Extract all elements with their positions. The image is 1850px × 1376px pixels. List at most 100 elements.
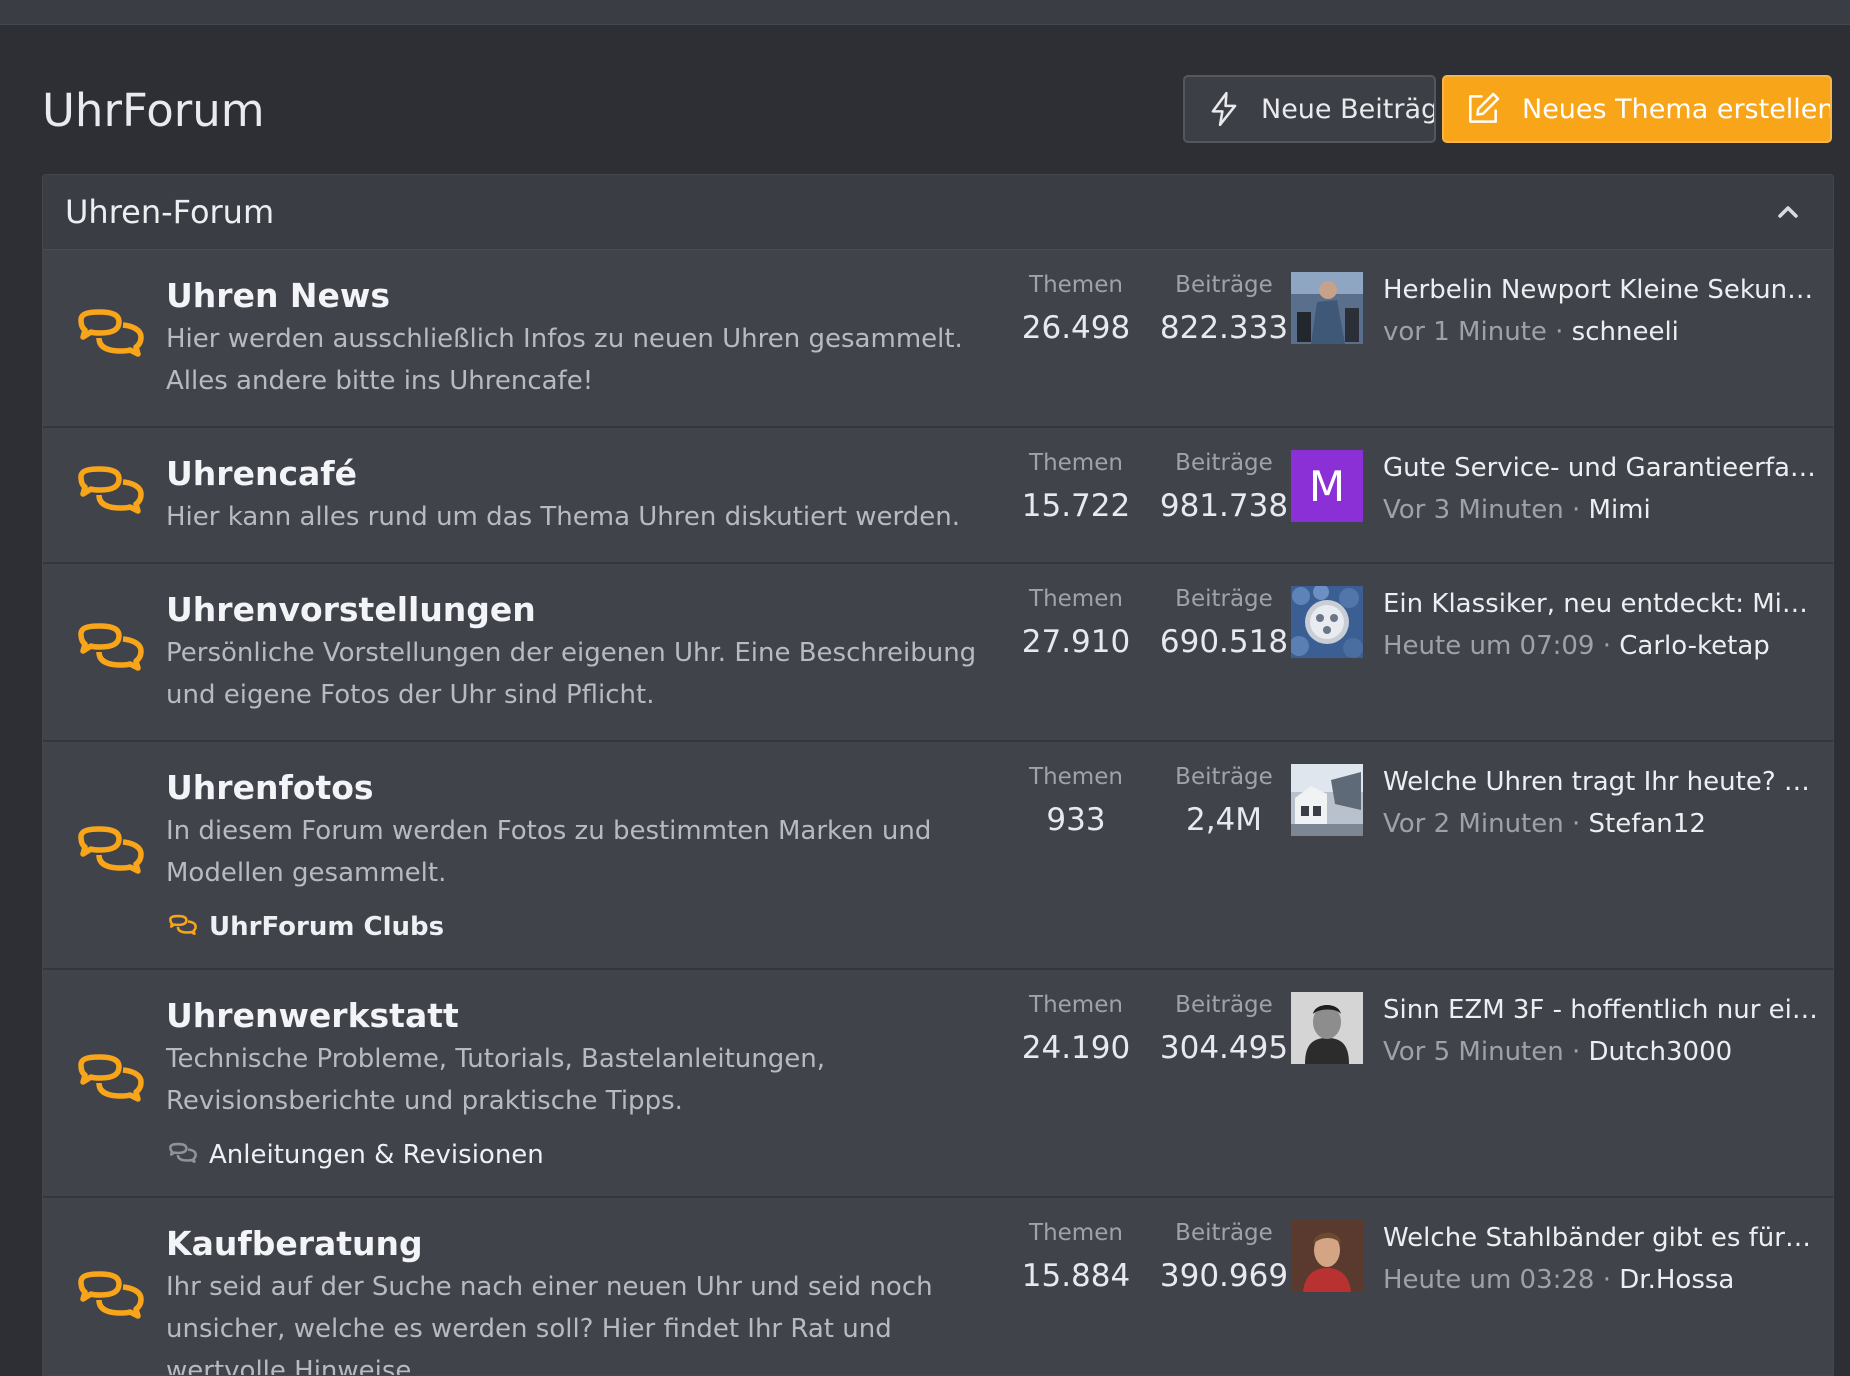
forum-category-block: Uhren-Forum Uhren News Hier werden aussc… (42, 174, 1834, 1376)
forum-node-uhrenfotos: Uhrenfotos In diesem Forum werden Fotos … (43, 742, 1833, 970)
last-post-title[interactable]: Welche Stahlbänder gibt es für Citi... (1383, 1223, 1819, 1253)
posts-count: 981.738 (1159, 488, 1289, 524)
posts-label: Beiträge (1175, 1220, 1273, 1246)
posts-label: Beiträge (1175, 586, 1273, 612)
last-post-time[interactable]: Heute um 07:09 (1383, 631, 1594, 661)
last-post-user[interactable]: schneeli (1572, 317, 1679, 347)
posts-label: Beiträge (1175, 272, 1273, 298)
threads-stat: Themen 26.498 (1006, 270, 1146, 350)
posts-count: 690.518 (1159, 624, 1289, 660)
threads-count: 15.722 (1021, 488, 1131, 524)
posts-count: 2,4M (1185, 802, 1263, 838)
posts-count: 390.969 (1159, 1258, 1289, 1294)
node-title[interactable]: Uhrenwerkstatt (166, 996, 459, 1035)
threads-count: 15.884 (1021, 1258, 1131, 1294)
forum-node-uhrenwerkstatt: Uhrenwerkstatt Technische Probleme, Tuto… (43, 970, 1833, 1198)
chat-bubbles-icon (78, 1271, 144, 1319)
last-post-time[interactable]: Vor 5 Minuten (1383, 1037, 1564, 1067)
last-post-meta: Vor 2 Minuten · Stefan12 (1383, 809, 1706, 839)
chevron-up-icon[interactable] (1773, 199, 1803, 225)
posts-stat: Beiträge 822.333 (1149, 270, 1299, 350)
chat-bubbles-icon (78, 1054, 144, 1102)
subforum-link[interactable]: UhrForum Clubs (167, 912, 444, 942)
node-description: Persönliche Vorstellungen der eigenen Uh… (166, 638, 977, 710)
forum-node-uhrenvorstellungen: Uhrenvorstellungen Persönliche Vorstellu… (43, 564, 1833, 742)
node-description: In diesem Forum werden Fotos zu bestimmt… (166, 816, 932, 888)
threads-label: Themen (1029, 586, 1123, 612)
posts-count: 304.495 (1159, 1030, 1289, 1066)
forum-node-uhrencafe: Uhrencafé Hier kann alles rund um das Th… (43, 428, 1833, 564)
posts-stat: Beiträge 981.738 (1149, 448, 1299, 528)
chat-bubbles-icon (78, 623, 144, 671)
new-thread-button[interactable]: Neues Thema erstellen... (1442, 75, 1832, 143)
new-posts-button[interactable]: Neue Beiträge (1183, 75, 1436, 143)
last-post-meta: Vor 5 Minuten · Dutch3000 (1383, 1037, 1733, 1067)
threads-label: Themen (1029, 764, 1123, 790)
threads-label: Themen (1029, 1220, 1123, 1246)
posts-label: Beiträge (1175, 764, 1273, 790)
chat-bubbles-icon (78, 309, 144, 357)
subforum-link[interactable]: Anleitungen & Revisionen (167, 1140, 544, 1170)
node-description: Hier kann alles rund um das Thema Uhren … (166, 502, 960, 532)
node-title[interactable]: Kaufberatung (166, 1224, 423, 1263)
avatar[interactable] (1291, 1220, 1363, 1292)
avatar-letter: M (1308, 461, 1346, 511)
threads-count: 27.910 (1021, 624, 1131, 660)
last-post-title[interactable]: Ein Klassiker, neu entdeckt: Mido C... (1383, 589, 1819, 619)
category-title[interactable]: Uhren-Forum (65, 193, 274, 231)
last-post-title[interactable]: Herbelin Newport Kleine Sekunde (1383, 275, 1819, 305)
last-post-meta: Heute um 03:28 · Dr.Hossa (1383, 1265, 1735, 1295)
last-post-user[interactable]: Mimi (1589, 495, 1651, 525)
last-post-title[interactable]: Welche Uhren tragt Ihr heute? (Teil ... (1383, 767, 1819, 797)
subforum-label: UhrForum Clubs (209, 912, 445, 942)
last-post-user[interactable]: Carlo-ketap (1619, 631, 1770, 661)
last-post-time[interactable]: Vor 3 Minuten (1383, 495, 1564, 525)
node-title[interactable]: Uhrencafé (166, 454, 357, 493)
avatar[interactable] (1291, 272, 1363, 344)
last-post-time[interactable]: vor 1 Minute (1383, 317, 1547, 347)
top-navigation-bar (0, 0, 1850, 25)
posts-count: 822.333 (1159, 310, 1289, 346)
posts-stat: Beiträge 304.495 (1149, 990, 1299, 1070)
threads-stat: Themen 27.910 (1006, 584, 1146, 664)
threads-count: 26.498 (1021, 310, 1131, 346)
lightning-bolt-icon (1211, 91, 1237, 127)
avatar[interactable] (1291, 764, 1363, 836)
category-header[interactable]: Uhren-Forum (43, 175, 1833, 250)
avatar[interactable]: M (1291, 450, 1363, 522)
threads-stat: Themen 15.722 (1006, 448, 1146, 528)
chat-bubbles-icon (78, 826, 144, 874)
avatar[interactable] (1291, 992, 1363, 1064)
node-description: Hier werden ausschließlich Infos zu neue… (166, 324, 963, 396)
last-post-title[interactable]: Sinn EZM 3F - hoffentlich nur ein kl... (1383, 995, 1819, 1025)
last-post-meta: vor 1 Minute · schneeli (1383, 317, 1679, 347)
node-description: Technische Probleme, Tutorials, Bastelan… (166, 1044, 825, 1116)
threads-count: 24.190 (1021, 1030, 1131, 1066)
last-post-user[interactable]: Dutch3000 (1589, 1037, 1733, 1067)
last-post-time[interactable]: Heute um 03:28 (1383, 1265, 1594, 1295)
last-post-title[interactable]: Gute Service- und Garantieerfahrun... (1383, 453, 1819, 483)
node-description: Ihr seid auf der Suche nach einer neuen … (166, 1272, 933, 1376)
last-post-meta: Vor 3 Minuten · Mimi (1383, 495, 1651, 525)
last-post-user[interactable]: Stefan12 (1589, 809, 1706, 839)
forum-node-uhren-news: Uhren News Hier werden ausschließlich In… (43, 250, 1833, 428)
new-posts-label: Neue Beiträge (1261, 93, 1436, 125)
threads-stat: Themen 15.884 (1006, 1218, 1146, 1298)
node-title[interactable]: Uhrenvorstellungen (166, 590, 536, 629)
posts-stat: Beiträge 690.518 (1149, 584, 1299, 664)
chat-bubbles-icon (78, 466, 144, 514)
posts-stat: Beiträge 2,4M (1149, 762, 1299, 842)
chat-bubbles-icon (169, 914, 197, 935)
threads-label: Themen (1029, 450, 1123, 476)
node-title[interactable]: Uhrenfotos (166, 768, 374, 807)
node-title[interactable]: Uhren News (166, 276, 390, 315)
last-post-user[interactable]: Dr.Hossa (1619, 1265, 1734, 1295)
avatar[interactable] (1291, 586, 1363, 658)
threads-stat: Themen 24.190 (1006, 990, 1146, 1070)
last-post-time[interactable]: Vor 2 Minuten (1383, 809, 1564, 839)
new-thread-label: Neues Thema erstellen... (1522, 93, 1832, 125)
posts-label: Beiträge (1175, 450, 1273, 476)
threads-stat: Themen 933 (1006, 762, 1146, 842)
threads-label: Themen (1029, 992, 1123, 1018)
forum-node-kaufberatung: Kaufberatung Ihr seid auf der Suche nach… (43, 1198, 1833, 1376)
